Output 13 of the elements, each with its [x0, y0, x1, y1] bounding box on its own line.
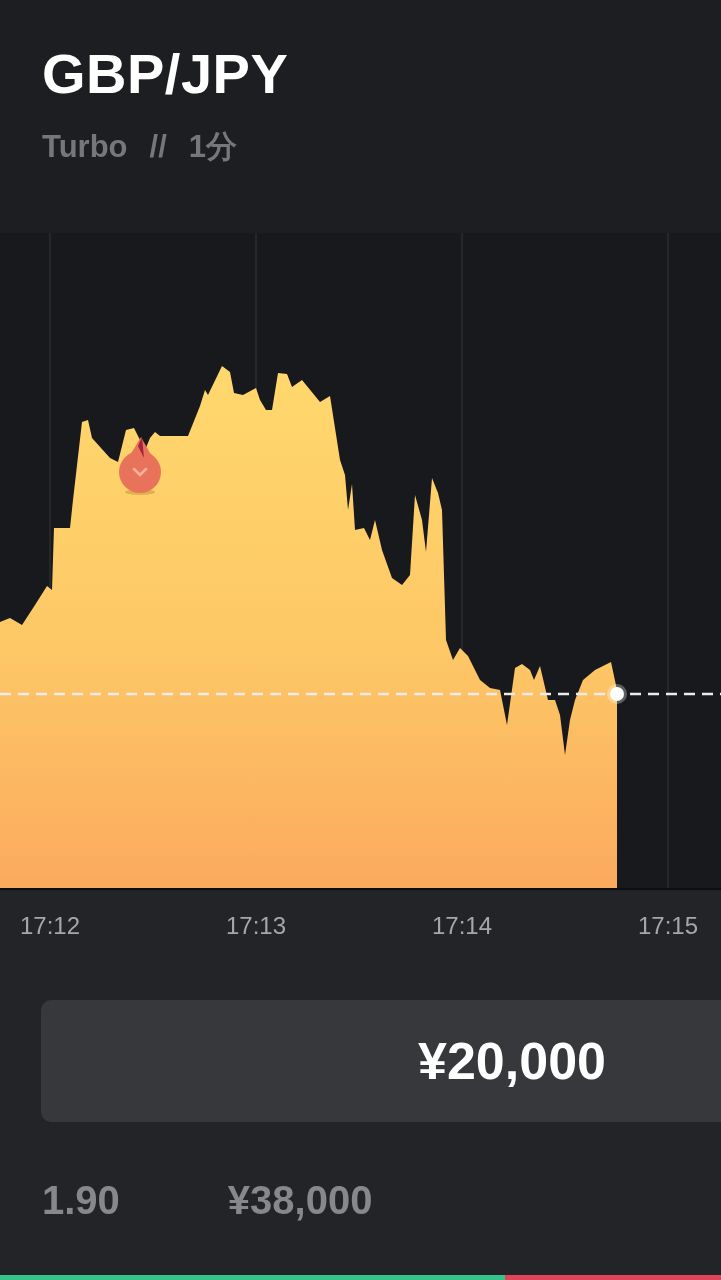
payout-amount: ¥38,000	[227, 1177, 373, 1224]
current-price-dot-icon	[607, 684, 627, 704]
pair-title: GBP/JPY	[42, 46, 290, 102]
amount-field[interactable]: ¥20,000	[41, 1000, 721, 1122]
separator-text: //	[149, 130, 167, 165]
time-label: 17:13	[226, 912, 287, 941]
time-label: 17:15	[638, 912, 699, 941]
product-type: Turbo	[42, 130, 128, 165]
payout-multiplier: 1.90	[42, 1177, 120, 1224]
expiry-duration: 1分	[188, 130, 237, 165]
time-label: 17:14	[432, 912, 493, 941]
down-pin-icon	[119, 437, 161, 495]
time-label: 17:12	[20, 912, 81, 941]
